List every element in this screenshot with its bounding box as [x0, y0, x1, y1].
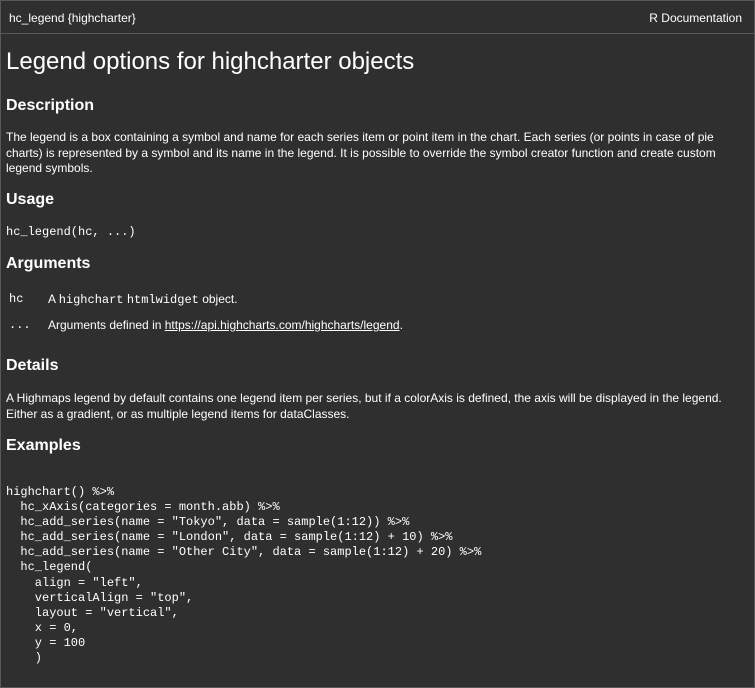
topic-label: hc_legend {highcharter}	[9, 11, 136, 25]
argument-desc-suffix: .	[399, 318, 403, 332]
details-heading: Details	[6, 357, 59, 374]
argument-desc-prefix: A	[48, 292, 59, 306]
argument-description: Arguments defined in https://api.highcha…	[48, 317, 403, 333]
argument-description: A highchart htmlwidget object.	[48, 291, 238, 308]
help-header: hc_legend {highcharter} R Documentation	[1, 1, 754, 34]
argument-desc-prefix: Arguments defined in	[48, 318, 165, 332]
page-title: Legend options for highcharter objects	[6, 48, 415, 75]
example-code-block: highchart() %>% hc_xAxis(categories = mo…	[6, 485, 482, 666]
argument-desc-code-htmlwidget: htmlwidget	[126, 293, 199, 307]
argument-name: ...	[9, 318, 31, 332]
argument-row-dots: ... Arguments defined in https://api.hig…	[6, 317, 746, 333]
argument-desc-suffix: object.	[198, 292, 238, 306]
highcharts-legend-link[interactable]: https://api.highcharts.com/highcharts/le…	[165, 318, 400, 332]
description-heading: Description	[6, 97, 95, 114]
usage-heading: Usage	[6, 191, 55, 208]
argument-name: hc	[9, 292, 24, 306]
help-page: hc_legend {highcharter} R Documentation …	[0, 0, 755, 688]
argument-desc-code-highchart: highchart	[58, 293, 124, 307]
examples-heading: Examples	[6, 437, 81, 454]
arguments-heading: Arguments	[6, 255, 91, 272]
argument-row-hc: hc A highchart htmlwidget object.	[6, 291, 746, 307]
r-documentation-label: R Documentation	[649, 11, 742, 25]
usage-code: hc_legend(hc, ...)	[6, 225, 136, 239]
description-text: The legend is a box containing a symbol …	[6, 130, 716, 175]
details-text: A Highmaps legend by default contains on…	[6, 391, 722, 421]
